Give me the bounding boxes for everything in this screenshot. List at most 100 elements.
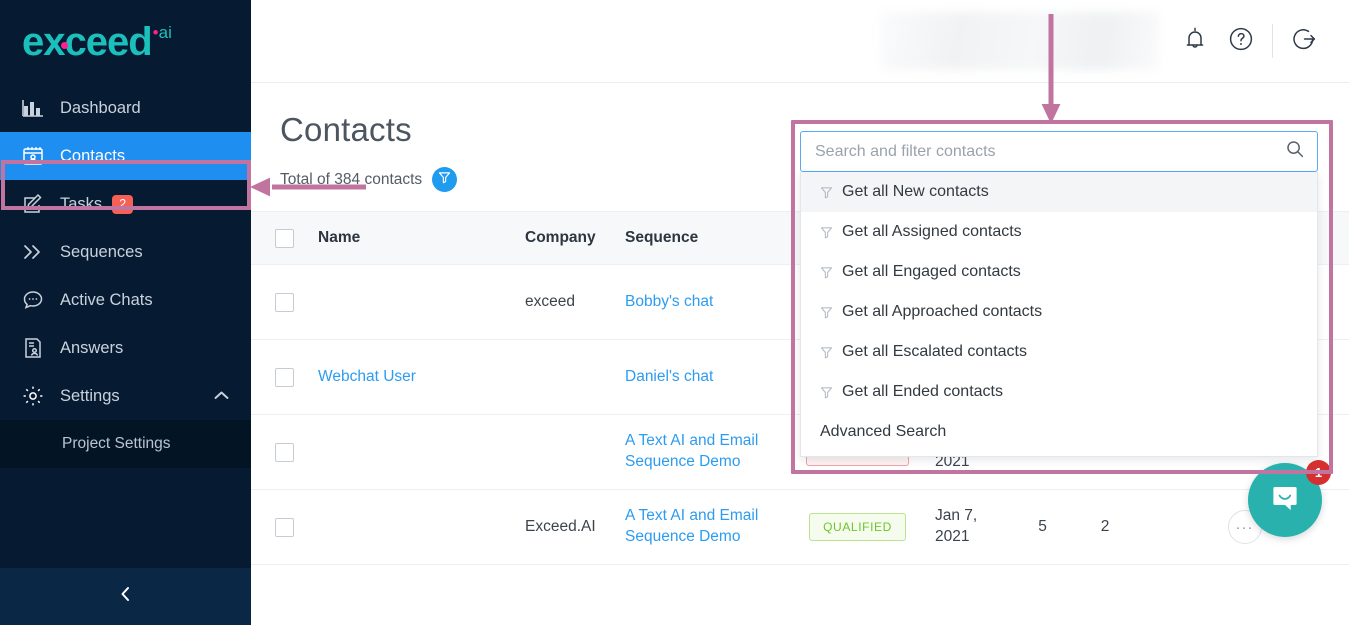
search-filter-panel: Get all New contacts Get all Assigned co… <box>800 131 1318 457</box>
search-result-item[interactable]: Get all Engaged contacts <box>801 252 1317 292</box>
status-badge: QUALIFIED <box>809 513 906 541</box>
column-header-company[interactable]: Company <box>525 229 625 247</box>
search-result-item[interactable]: Get all Escalated contacts <box>801 332 1317 372</box>
sidebar-item-label: Contacts <box>60 146 126 165</box>
contact-card-icon <box>22 144 48 168</box>
funnel-icon <box>820 346 833 359</box>
search-result-item[interactable]: Get all New contacts <box>801 172 1317 212</box>
submenu-item-project-settings[interactable]: Project Settings <box>0 420 251 468</box>
cell-sequence[interactable]: Daniel's chat <box>625 367 780 388</box>
sequence-link[interactable]: Daniel's chat <box>625 368 713 385</box>
chat-smile-icon <box>1267 480 1303 521</box>
advanced-search-label: Advanced Search <box>820 423 947 440</box>
funnel-icon <box>820 386 833 399</box>
column-header-name[interactable]: Name <box>318 229 525 247</box>
help-button[interactable] <box>1218 18 1264 64</box>
search-result-label: Get all Assigned contacts <box>842 223 1022 240</box>
logout-button[interactable] <box>1281 18 1327 64</box>
row-checkbox[interactable] <box>275 292 294 312</box>
total-contacts-label: Total of 384 contacts <box>280 170 423 188</box>
search-result-label: Get all Escalated contacts <box>842 343 1027 360</box>
notifications-button[interactable] <box>1172 18 1218 64</box>
sidebar-item-label: Sequences <box>60 242 143 261</box>
chat-bubble-icon <box>22 288 48 312</box>
sidebar-item-answers[interactable]: Answers <box>0 324 251 372</box>
search-result-label: Get all Ended contacts <box>842 383 1003 400</box>
funnel-icon <box>820 266 833 279</box>
logo-wordmark: exceed <box>22 20 153 64</box>
edit-square-icon <box>22 192 48 216</box>
row-select-cell <box>251 292 318 312</box>
top-bar <box>251 0 1349 83</box>
select-all-cell <box>251 228 318 248</box>
app-root: exceed •ai Dashboard Contacts Tasks 2 Se… <box>0 0 1349 625</box>
search-result-item[interactable]: Get all Ended contacts <box>801 372 1317 412</box>
sidebar-item-label: Dashboard <box>60 98 141 117</box>
search-result-item[interactable]: Get all Approached contacts <box>801 292 1317 332</box>
search-icon[interactable] <box>1286 140 1304 163</box>
sidebar-item-sequences[interactable]: Sequences <box>0 228 251 276</box>
cell-n1: 5 <box>1038 518 1047 535</box>
funnel-icon <box>820 226 833 239</box>
column-header-sequence[interactable]: Sequence <box>625 229 780 247</box>
search-results-list: Get all New contacts Get all Assigned co… <box>800 172 1318 457</box>
cell-company: exceed <box>525 293 575 310</box>
funnel-icon <box>438 171 451 189</box>
sidebar-item-active-chats[interactable]: Active Chats <box>0 276 251 324</box>
chevron-left-icon <box>118 584 133 609</box>
filter-chip-button[interactable] <box>432 167 458 192</box>
sidebar-item-tasks[interactable]: Tasks 2 <box>0 180 251 228</box>
sequence-link[interactable]: A Text AI and Email Sequence Demo <box>625 432 758 470</box>
sequence-link[interactable]: Bobby's chat <box>625 293 713 310</box>
row-select-cell <box>251 517 318 537</box>
question-circle-icon <box>1228 26 1254 57</box>
cell-sequence[interactable]: A Text AI and Email Sequence Demo <box>625 431 780 473</box>
brand-logo[interactable]: exceed •ai <box>0 0 251 84</box>
cell-status: QUALIFIED <box>780 513 935 541</box>
search-result-label: Get all Engaged contacts <box>842 263 1021 280</box>
settings-submenu: Project Settings <box>0 420 251 468</box>
logo-suffix: •ai <box>152 23 172 42</box>
chart-bar-icon <box>22 96 48 120</box>
chevron-up-icon[interactable] <box>214 387 229 406</box>
cell-name[interactable]: Webchat User <box>318 367 525 388</box>
cell-company: Exceed.AI <box>525 518 596 535</box>
sidebar-collapse-button[interactable] <box>0 568 251 625</box>
advanced-search-item[interactable]: Advanced Search <box>801 412 1317 452</box>
select-all-checkbox[interactable] <box>275 228 294 248</box>
sidebar-item-contacts[interactable]: Contacts <box>0 132 251 180</box>
user-account-area-redacted[interactable] <box>880 12 1160 70</box>
funnel-icon <box>820 186 833 199</box>
sidebar: exceed •ai Dashboard Contacts Tasks 2 Se… <box>0 0 251 625</box>
search-result-label: Get all New contacts <box>842 183 989 200</box>
gear-icon <box>22 384 48 408</box>
tasks-count-badge: 2 <box>112 194 134 214</box>
search-result-label: Get all Approached contacts <box>842 303 1043 320</box>
cell-sequence[interactable]: Bobby's chat <box>625 292 780 313</box>
sidebar-item-settings[interactable]: Settings <box>0 372 251 420</box>
row-select-cell <box>251 442 318 462</box>
cell-date: Jan 7, 2021 <box>935 507 978 545</box>
sequence-link[interactable]: A Text AI and Email Sequence Demo <box>625 507 758 545</box>
cell-sequence[interactable]: A Text AI and Email Sequence Demo <box>625 506 780 548</box>
row-select-cell <box>251 367 318 387</box>
table-row[interactable]: Exceed.AI A Text AI and Email Sequence D… <box>251 490 1349 565</box>
logout-icon <box>1291 26 1318 57</box>
search-input[interactable] <box>815 142 1286 161</box>
row-checkbox[interactable] <box>275 517 294 537</box>
sidebar-item-dashboard[interactable]: Dashboard <box>0 84 251 132</box>
contact-name-link[interactable]: Webchat User <box>318 368 416 385</box>
row-checkbox[interactable] <box>275 367 294 387</box>
row-checkbox[interactable] <box>275 442 294 462</box>
double-chevron-right-icon <box>22 240 48 264</box>
document-person-icon <box>22 336 48 360</box>
sidebar-item-label: Answers <box>60 338 124 357</box>
search-box[interactable] <box>800 131 1318 172</box>
logo-accent-dot <box>61 42 68 49</box>
sidebar-item-label: Tasks <box>60 194 103 213</box>
bell-icon <box>1183 26 1207 57</box>
toolbar-divider <box>1272 24 1273 58</box>
sidebar-item-label: Active Chats <box>60 290 153 309</box>
search-result-item[interactable]: Get all Assigned contacts <box>801 212 1317 252</box>
cell-n2: 2 <box>1100 518 1110 535</box>
